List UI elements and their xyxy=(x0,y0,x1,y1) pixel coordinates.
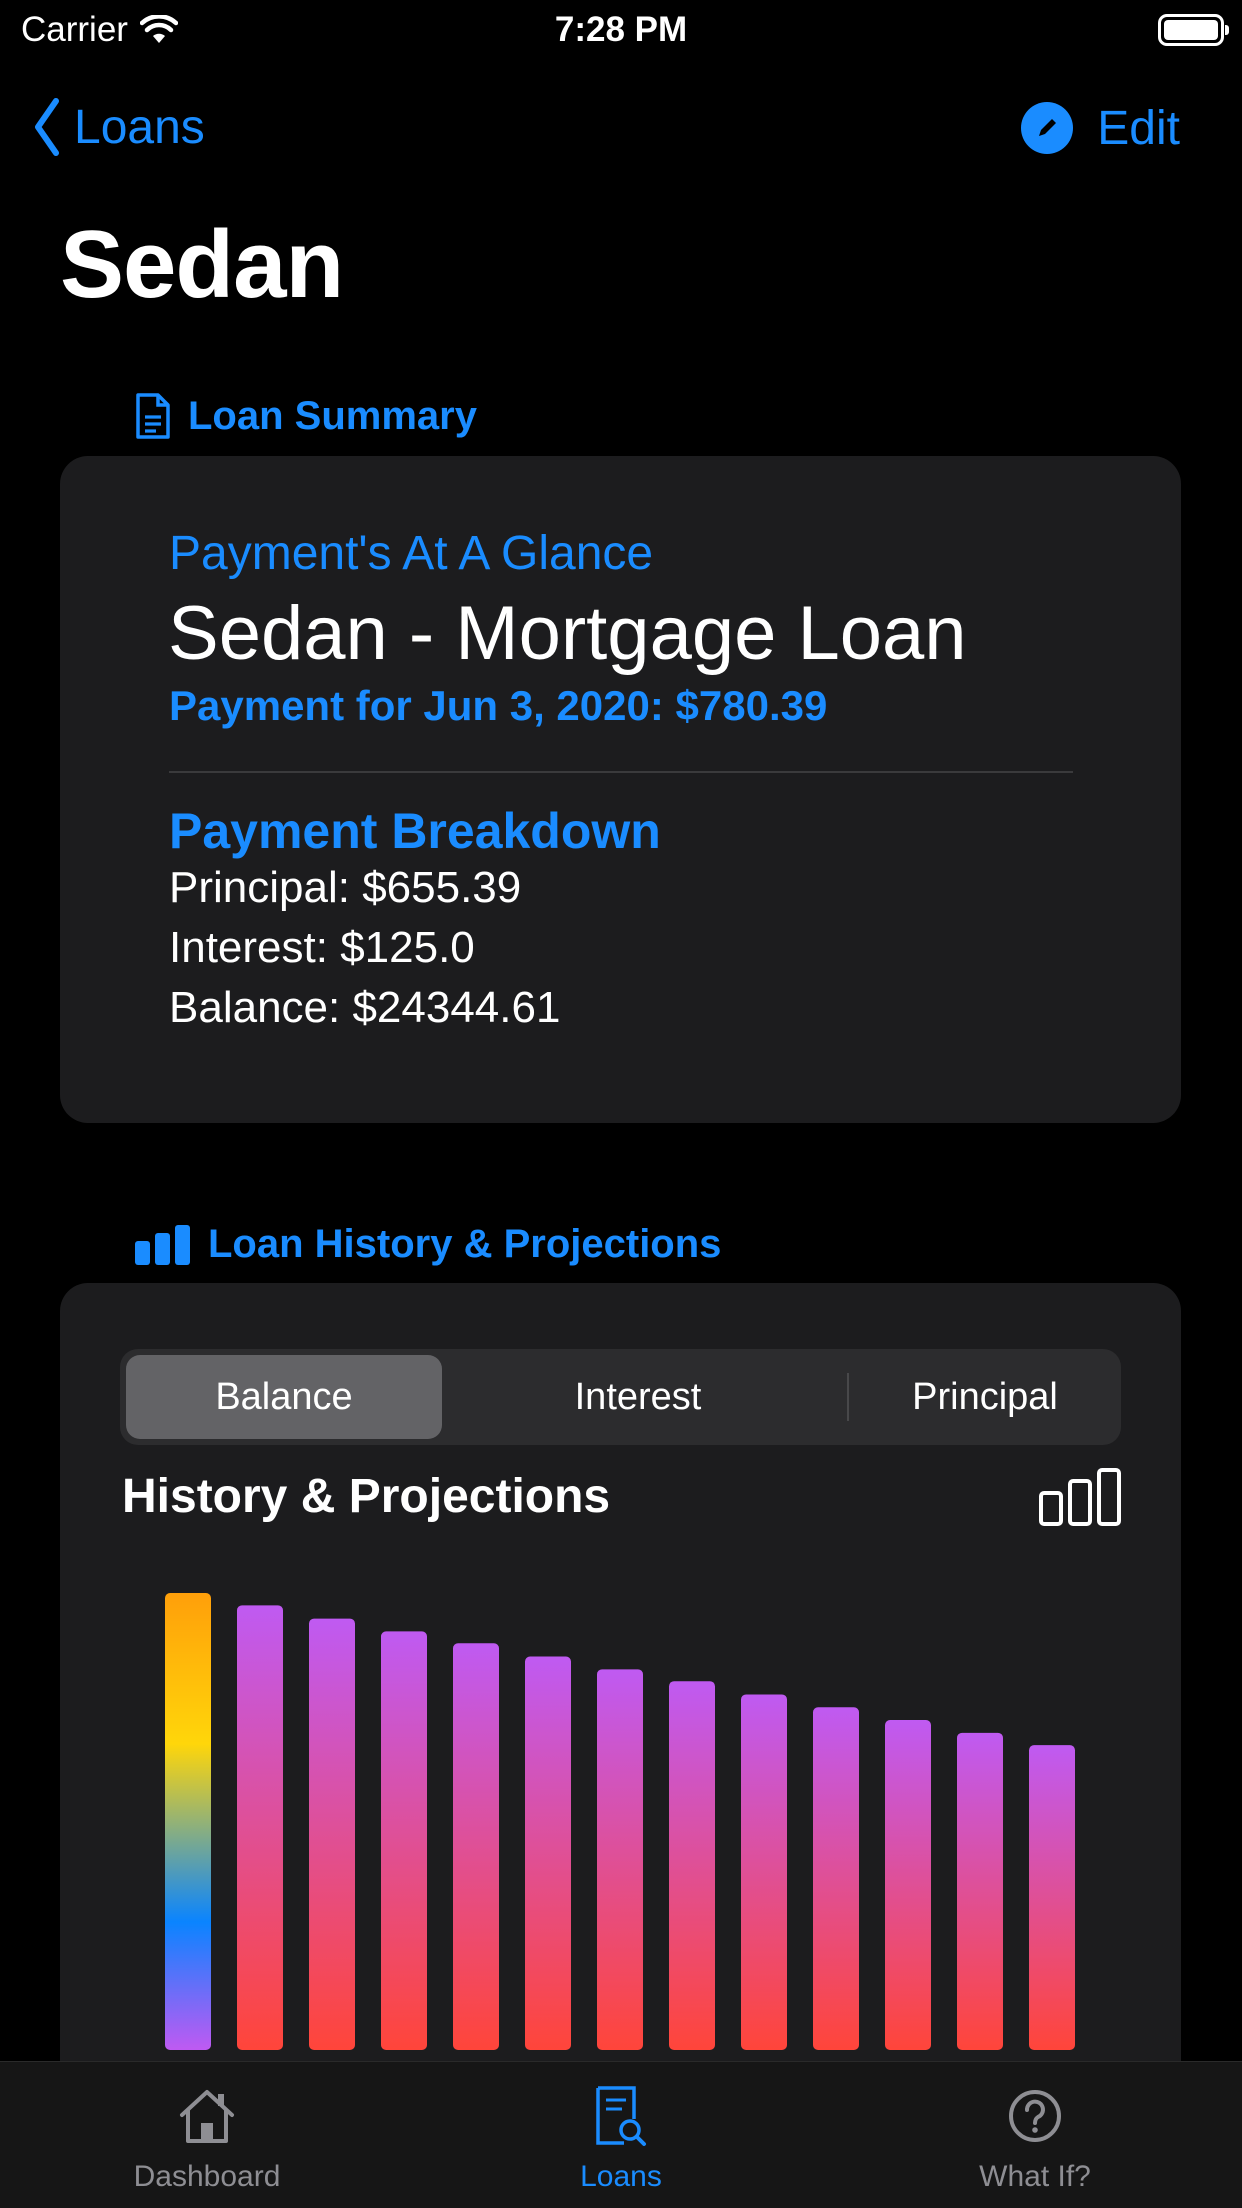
chart-bar-3[interactable] xyxy=(309,1618,355,2050)
bar-chart-icon xyxy=(135,1224,190,1265)
breakdown-label: Payment Breakdown xyxy=(169,803,661,859)
chart-bar-11[interactable] xyxy=(885,1720,931,2050)
chart-bar-7[interactable] xyxy=(597,1669,643,2050)
question-circle-icon xyxy=(1009,2090,1061,2142)
clock: 7:28 PM xyxy=(554,10,688,49)
loan-summary-card: Payment's At A Glance Sedan - Mortgage L… xyxy=(60,456,1181,1123)
history-header: Loan History & Projections xyxy=(134,1222,721,1267)
tab-label: What If? xyxy=(979,2160,1091,2193)
tab-bar: Dashboard Loans What If? xyxy=(0,2061,1242,2208)
chart-bar-2[interactable] xyxy=(237,1605,283,2050)
tab-loans[interactable]: Loans xyxy=(414,2062,828,2208)
chart-bar-13[interactable] xyxy=(1029,1745,1075,2050)
section-title: Loan Summary xyxy=(188,393,477,438)
loan-name: Sedan - Mortgage Loan xyxy=(168,591,967,676)
chart-bar-10[interactable] xyxy=(813,1707,859,2050)
principal-value: Principal: $655.39 xyxy=(169,863,522,912)
doc-search-icon xyxy=(596,2086,646,2146)
chart-bar-4[interactable] xyxy=(381,1631,427,2050)
tab-label: Loans xyxy=(580,2160,662,2193)
edit-label: Edit xyxy=(1097,101,1180,155)
chart-bar-9[interactable] xyxy=(741,1694,787,2050)
chevron-left-icon xyxy=(35,98,59,156)
back-label: Loans xyxy=(74,100,205,154)
document-icon xyxy=(136,393,170,439)
loan-summary-header: Loan Summary xyxy=(134,392,477,440)
payment-line: Payment for Jun 3, 2020: $780.39 xyxy=(169,682,828,729)
tab-label: Dashboard xyxy=(133,2160,281,2193)
tab-dashboard[interactable]: Dashboard xyxy=(0,2062,414,2208)
battery-icon xyxy=(1158,14,1229,46)
interest-value: Interest: $125.0 xyxy=(169,923,475,972)
chart-bar-1[interactable] xyxy=(165,1593,211,2050)
chart-bar-8[interactable] xyxy=(669,1681,715,2050)
balance-value: Balance: $24344.61 xyxy=(169,983,561,1032)
page-title: Sedan xyxy=(60,211,344,318)
back-button[interactable]: Loans xyxy=(34,92,205,162)
section-title: Loan History & Projections xyxy=(208,1222,722,1266)
chart-bar-5[interactable] xyxy=(453,1643,499,2050)
pencil-circle-icon xyxy=(1021,102,1074,154)
chart-bar-12[interactable] xyxy=(957,1732,1003,2050)
glance-label: Payment's At A Glance xyxy=(169,527,654,580)
edit-button[interactable]: Edit xyxy=(1021,95,1180,161)
divider xyxy=(169,771,1073,773)
chart-bar-6[interactable] xyxy=(525,1656,571,2050)
status-bar: Carrier 7:28 PM xyxy=(0,0,1242,62)
tab-what-if[interactable]: What If? xyxy=(828,2062,1242,2208)
house-icon xyxy=(180,2090,234,2143)
